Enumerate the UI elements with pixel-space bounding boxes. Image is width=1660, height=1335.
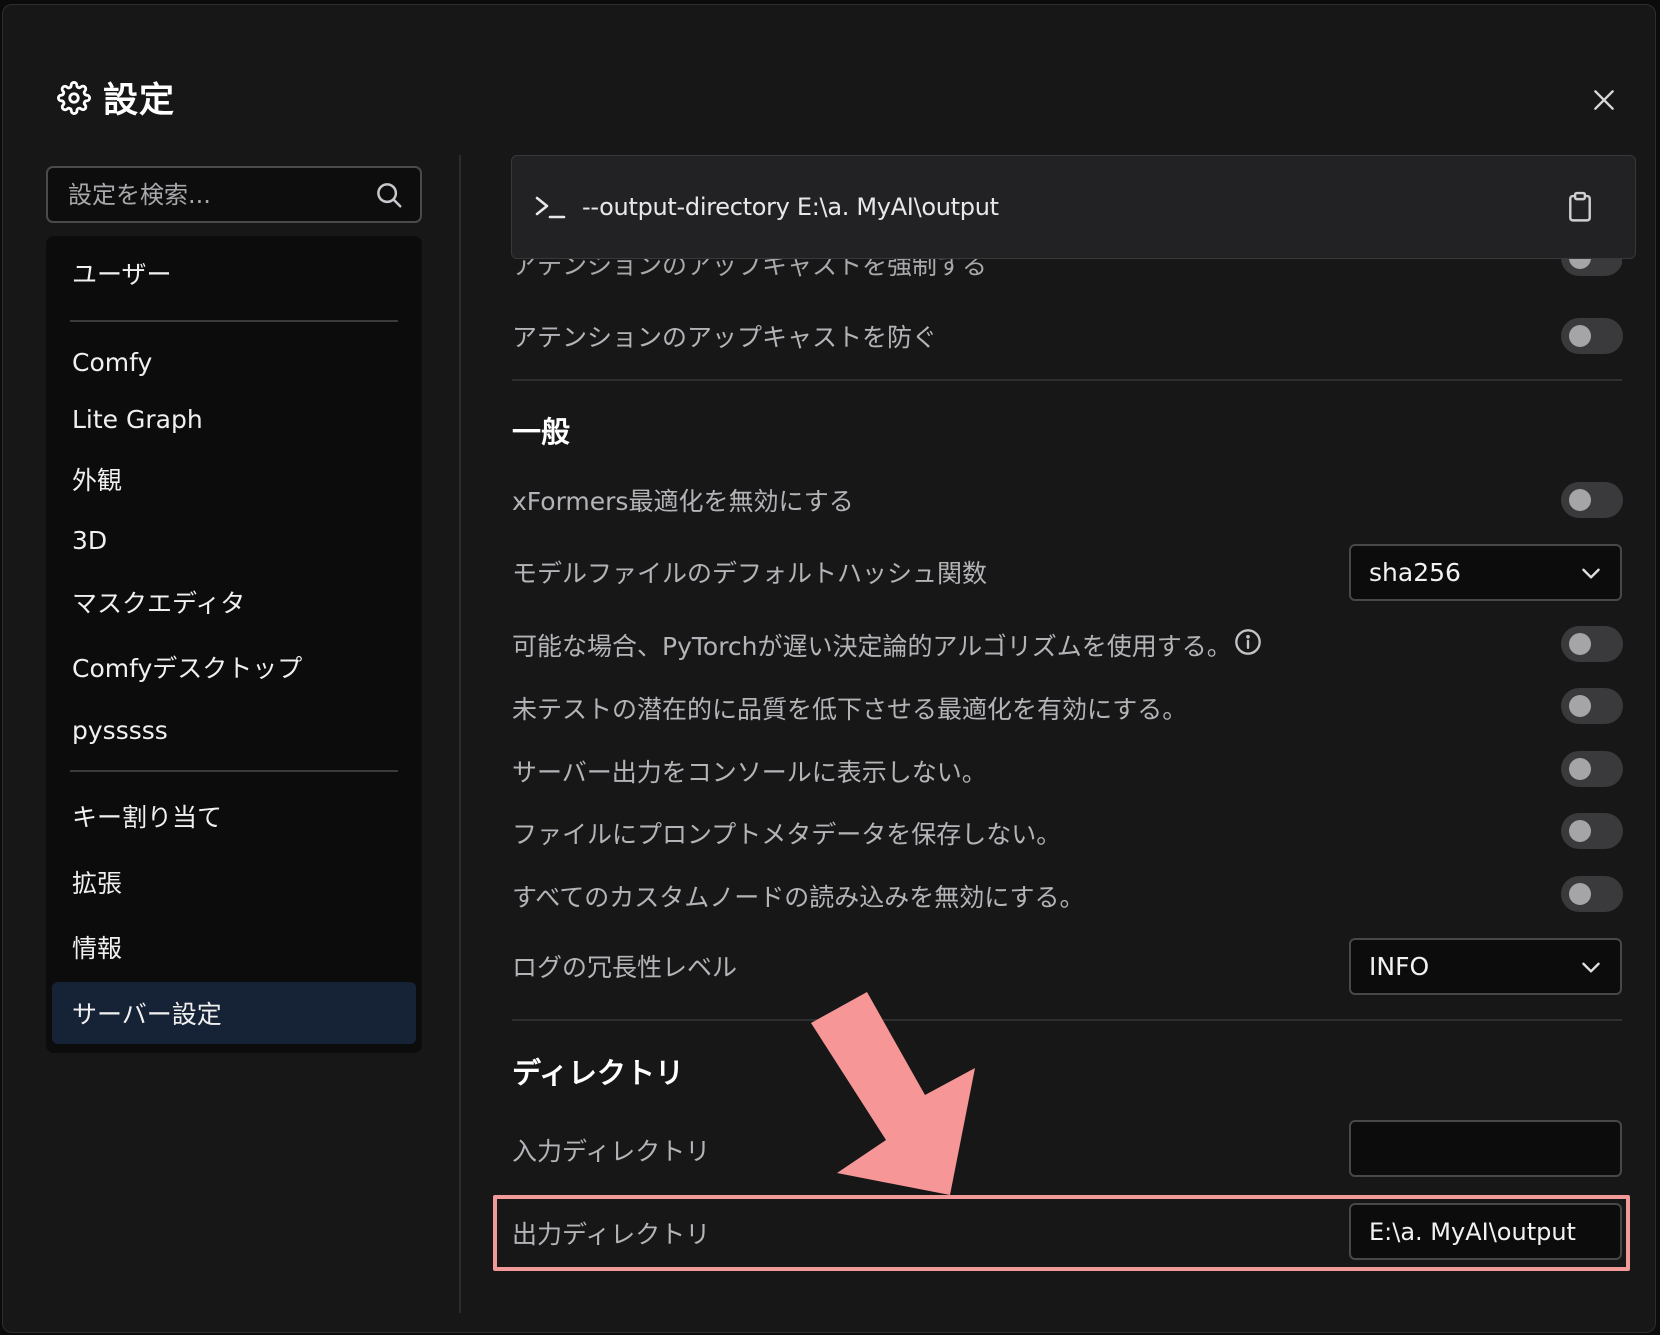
toggle-prevent-upcast[interactable] <box>1561 318 1623 354</box>
toggle-knob <box>1569 820 1591 842</box>
select-value: INFO <box>1369 952 1430 981</box>
output-directory-field[interactable] <box>1349 1203 1622 1260</box>
setting-label: 可能な場合、PyTorchが遅い決定論的アルゴリズムを使用する。 <box>512 632 1232 661</box>
section-divider <box>512 1019 1622 1021</box>
setting-label: 入力ディレクトリ <box>512 1137 711 1166</box>
setting-label: 未テストの潜在的に品質を低下させる最適化を有効にする。 <box>512 695 1188 724</box>
setting-label: xFormers最適化を無効にする <box>512 487 854 516</box>
toggle-disable-xformers[interactable] <box>1561 482 1623 518</box>
toggle-untested-optimizations[interactable] <box>1561 688 1623 724</box>
log-level-select[interactable]: INFO <box>1349 938 1622 995</box>
toggle-knob <box>1569 883 1591 905</box>
toggle-knob <box>1569 489 1591 511</box>
input-directory-field[interactable] <box>1349 1120 1622 1177</box>
pointer-arrow <box>811 992 975 1195</box>
toggle-knob <box>1569 633 1591 655</box>
command-line-preview: --output-directory E:\a. MyAI\output <box>511 155 1636 259</box>
clipboard-icon[interactable] <box>1565 190 1595 224</box>
terminal-prompt-icon <box>534 192 568 222</box>
hash-function-select[interactable]: sha256 <box>1349 544 1622 601</box>
toggle-knob <box>1569 758 1591 780</box>
setting-label: アテンションのアップキャストを強制する <box>512 258 988 280</box>
toggle-hide-console-output[interactable] <box>1561 751 1623 787</box>
chevron-down-icon <box>1578 954 1604 980</box>
setting-row-force-upcast: アテンションのアップキャストを強制する <box>512 258 1622 290</box>
setting-label: サーバー出力をコンソールに表示しない。 <box>512 758 987 787</box>
setting-label: モデルファイルのデフォルトハッシュ関数 <box>512 559 988 588</box>
section-title-directory: ディレクトリ <box>512 1056 684 1090</box>
toggle-knob <box>1569 325 1591 347</box>
command-text: --output-directory E:\a. MyAI\output <box>582 193 999 221</box>
toggle-disable-custom-nodes[interactable] <box>1561 876 1623 912</box>
setting-label: アテンションのアップキャストを防ぐ <box>512 323 938 352</box>
info-icon[interactable] <box>1234 628 1262 656</box>
setting-label: ログの冗長性レベル <box>512 953 738 982</box>
setting-label: 出力ディレクトリ <box>512 1220 711 1249</box>
section-divider <box>512 379 1622 381</box>
setting-label: すべてのカスタムノードの読み込みを無効にする。 <box>512 883 1085 912</box>
toggle-deterministic[interactable] <box>1561 626 1623 662</box>
toggle-knob <box>1569 695 1591 717</box>
chevron-down-icon <box>1578 560 1604 586</box>
toggle-knob <box>1569 258 1591 269</box>
section-title-general: 一般 <box>512 415 571 449</box>
toggle-force-upcast[interactable] <box>1561 258 1622 276</box>
setting-label: ファイルにプロンプトメタデータを保存しない。 <box>512 820 1062 849</box>
select-value: sha256 <box>1369 558 1461 587</box>
settings-content: --output-directory E:\a. MyAI\output アテン… <box>0 0 1660 1335</box>
toggle-no-metadata[interactable] <box>1561 813 1623 849</box>
